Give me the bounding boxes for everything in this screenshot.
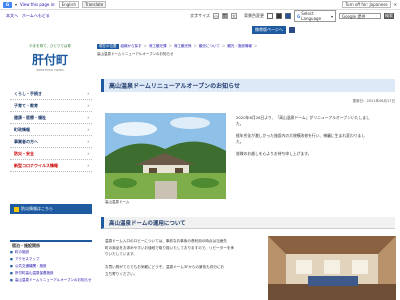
breadcrumb-link[interactable]: 組織から探す <box>121 44 142 49</box>
bg-white-button[interactable] <box>267 13 273 19</box>
onsen-dome-photo <box>105 113 226 199</box>
side-item-town-info[interactable]: 町政情報 › <box>10 124 92 136</box>
chevron-right-icon: › <box>87 163 89 168</box>
bg-color-label: 背景色変更 <box>244 13 264 18</box>
facility-link[interactable]: 町の施設 <box>10 249 92 256</box>
lobby-photo <box>268 236 396 300</box>
chevron-right-icon: › <box>87 103 89 108</box>
logo-english: KIMOTSUKI TOWN <box>36 68 64 72</box>
body-line: 立ち寄りください。 <box>105 271 138 276</box>
translate-label: ▾ <box>15 2 18 7</box>
breadcrumb-link[interactable]: 商工観光課 <box>149 44 167 49</box>
facility-link[interactable]: 肝付町高山温泉保養施設 <box>10 270 92 277</box>
site-search-input[interactable]: Google 提供 <box>339 13 381 19</box>
facility-link[interactable]: 高山温泉ドームリニューアルオープンのお知らせ <box>10 277 92 284</box>
updated-date: 更新日：2021年06月17日 <box>352 99 395 103</box>
disaster-info-button[interactable]: 防災情報はこちら <box>10 204 92 214</box>
skip-to-content-link[interactable]: 本文へ <box>6 13 18 19</box>
breadcrumb-label: 現在の位置 <box>97 44 119 49</box>
side-item-label: 防災・安全 <box>14 150 34 156</box>
breadcrumb-link[interactable]: 観光について <box>199 44 220 49</box>
side-item-living[interactable]: くらし・手続き › <box>10 88 92 100</box>
side-item-childcare[interactable]: 子育て・教育 › <box>10 100 92 112</box>
chevron-right-icon: › <box>87 127 89 132</box>
side-item-label: 健康・医療・福祉 <box>14 114 46 120</box>
font-small-button[interactable]: 小 <box>213 13 219 19</box>
google-translate-logo: G <box>3 1 12 8</box>
font-standard-button[interactable]: 標 <box>222 13 228 19</box>
chevron-right-icon: › <box>87 91 89 96</box>
intro-line: 皆様のお越しを心よりお待ち申し上げます。 <box>236 151 312 156</box>
side-item-label: 新型コロナウイルス情報 <box>14 162 58 168</box>
chevron-right-icon: › <box>87 115 89 120</box>
font-size-label: 文字サイズ <box>190 13 210 18</box>
side-item-covid[interactable]: 新型コロナウイルス情報 › <box>10 160 92 172</box>
breadcrumb-link[interactable]: 商工観光係 <box>174 44 192 49</box>
side-item-disaster[interactable]: 防災・安全 › <box>10 148 92 160</box>
view-this-page-link[interactable]: View this page in: <box>20 2 56 7</box>
chevron-right-icon: › <box>87 139 89 144</box>
disaster-info-label: 防災情報はこちら <box>21 206 53 211</box>
language-select[interactable]: English <box>58 1 80 8</box>
bg-black-button[interactable] <box>276 13 282 19</box>
logo-name: 肝付町 <box>31 53 68 67</box>
side-item-label: 町政情報 <box>14 126 30 132</box>
header-row3: 携帯版ページへ <box>252 26 295 34</box>
side-menu: くらし・手続き › 子育て・教育 › 健康・医療・福祉 › 町政情報 › 事業者の方へ ›… <box>10 88 92 172</box>
select-language-dropdown[interactable]: G Select Language ▾ <box>294 10 336 22</box>
side-item-label: 事業者の方へ <box>14 138 38 144</box>
facility-heading: 宿泊・施設関係 <box>10 240 92 249</box>
chevron-right-icon: › <box>87 151 89 156</box>
google-g-icon: G <box>297 13 301 19</box>
header-tools: 本文へ ホームへもどる 文字サイズ 小 標 大 背景色変更 G Select La… <box>0 10 400 22</box>
alert-icon <box>14 206 19 212</box>
side-item-label: くらし・手続き <box>14 90 42 96</box>
home-link[interactable]: ホームへもどる <box>22 13 50 19</box>
select-language-label: Select Language <box>301 11 322 21</box>
translate-button[interactable]: Translate <box>82 1 107 8</box>
bg-blue-button[interactable] <box>285 13 291 19</box>
page-title: 高山温泉ドームリニューアルオープンのお知らせ <box>101 79 395 92</box>
facility-link[interactable]: アクセスマップ <box>10 256 92 263</box>
facility-link[interactable]: 公共交通機関・施設 <box>10 263 92 270</box>
side-item-business[interactable]: 事業者の方へ › <box>10 136 92 148</box>
sitemap-button[interactable] <box>288 27 295 33</box>
mobile-site-button[interactable]: 携帯版ページへ <box>252 26 286 34</box>
section-heading: 高山温泉ドームの運用について <box>101 217 395 229</box>
side-item-label: 子育て・教育 <box>14 102 38 108</box>
logo-tagline: やまを育て、ひとりでは育 <box>29 44 71 48</box>
breadcrumb-link[interactable]: 観光・施設情報 <box>227 44 252 49</box>
photo-caption: 高山温泉ドーム <box>105 200 130 204</box>
intro-text: 2020年6月26日より、「高山温泉ドーム」がリニューアルオープンいたしまし た… <box>236 115 396 157</box>
side-item-health[interactable]: 健康・医療・福祉 › <box>10 112 92 124</box>
turn-off-for-japanese[interactable]: Turn off for: Japanese <box>342 1 391 8</box>
breadcrumb: 現在の位置 組織から探す＞ 商工観光課＞ 商工観光係＞ 観光について＞ 観光・施… <box>97 44 258 49</box>
section-body: 温泉ドーム入口のロビーについては、事前なお事後の長利用の時点は当面先 町の商品を… <box>105 238 263 277</box>
chevron-down-icon: ▾ <box>330 13 333 19</box>
search-button[interactable]: 検索 <box>384 13 394 19</box>
font-large-button[interactable]: 大 <box>231 13 237 19</box>
close-icon[interactable]: ✕ <box>394 2 397 7</box>
breadcrumb-current: 高山温泉ドームリニューアルオープンのお知らせ <box>97 52 174 56</box>
facility-list: 宿泊・施設関係 町の施設 アクセスマップ 公共交通機関・施設 肝付町高山温泉保養… <box>10 240 92 284</box>
site-logo[interactable]: やまを育て、ひとりでは育 肝付町 KIMOTSUKI TOWN <box>10 44 90 80</box>
translate-bar: G ▾ View this page in: English Translate… <box>0 0 400 10</box>
